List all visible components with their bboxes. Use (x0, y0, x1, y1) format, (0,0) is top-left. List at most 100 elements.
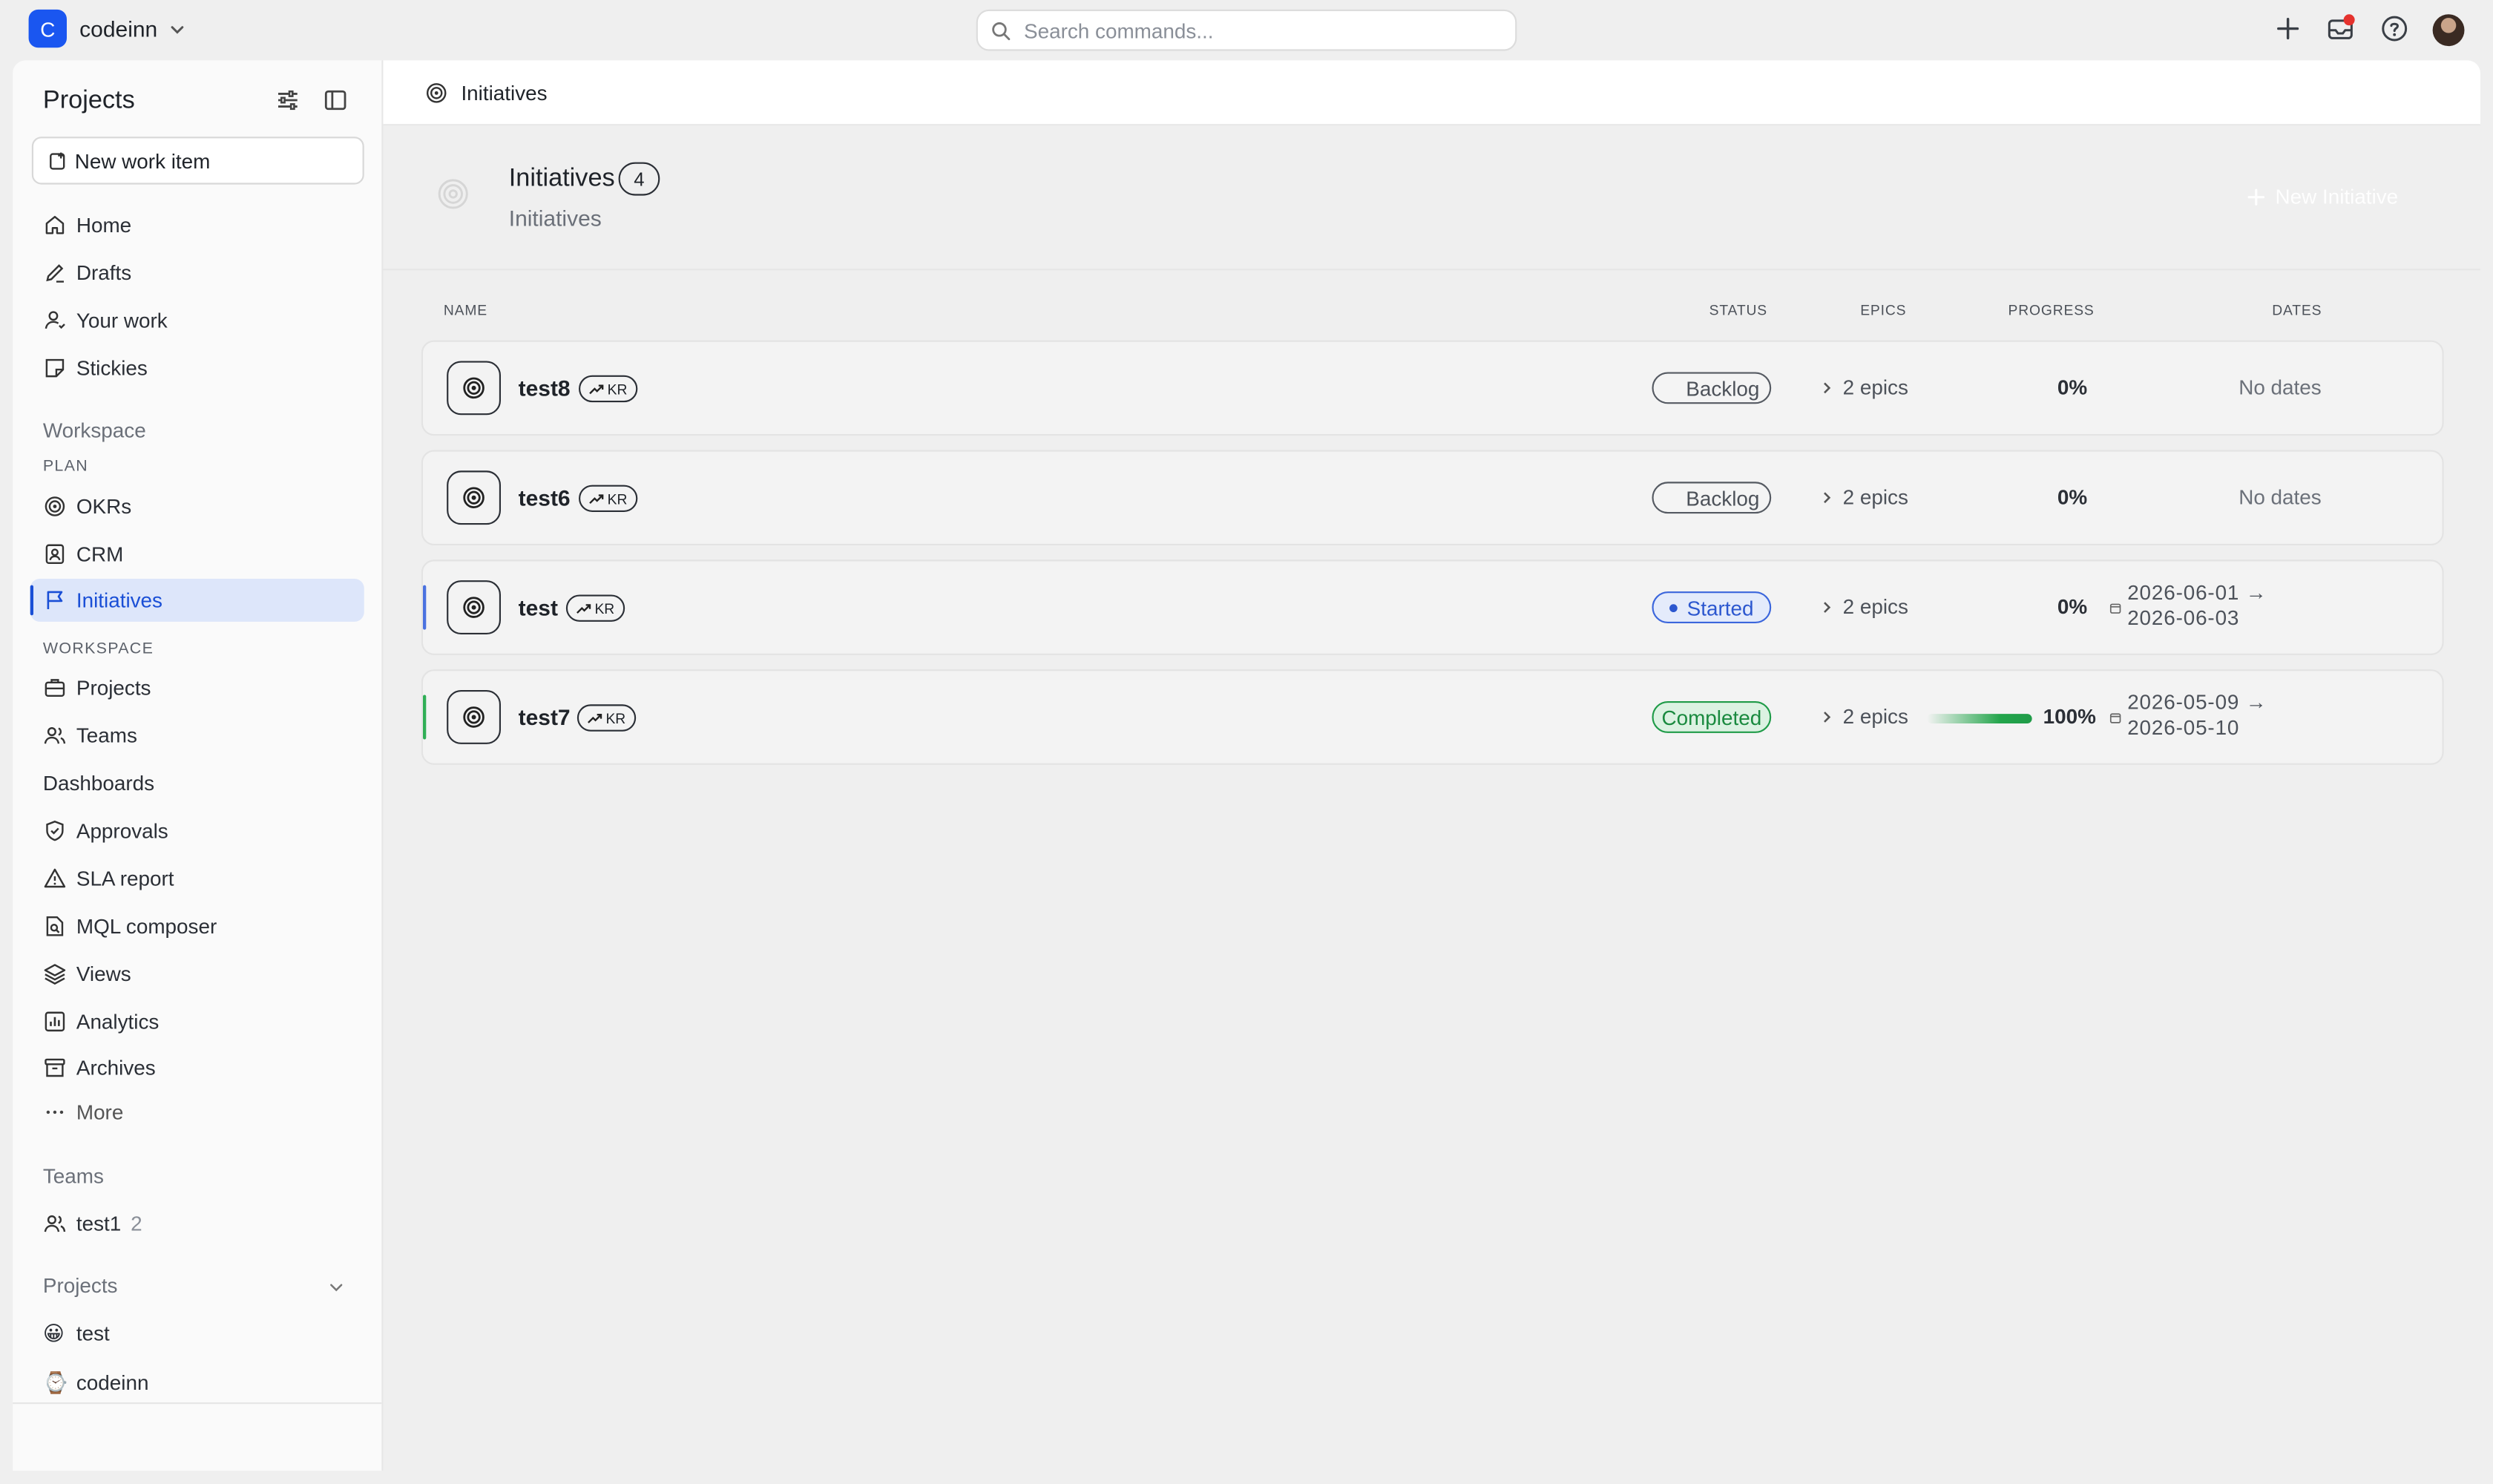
teams-heading[interactable]: Teams (43, 1164, 104, 1188)
epics-toggle[interactable]: 2 epics (1821, 485, 1908, 509)
chevron-down-icon[interactable] (168, 21, 186, 39)
initiative-name[interactable]: test7 (519, 704, 571, 729)
kr-label: KR (594, 600, 615, 617)
sidebar-item-label: MQL composer (76, 914, 217, 939)
pencil-icon (46, 264, 64, 283)
projects-heading[interactable]: Projects (43, 1273, 118, 1297)
target-icon (45, 496, 65, 516)
sidebar-item-archives[interactable]: Archives (30, 1046, 364, 1089)
status-badge[interactable]: Backlog (1652, 482, 1772, 514)
epics-toggle[interactable]: 2 epics (1821, 375, 1908, 399)
progress-value: 0% (2057, 594, 2088, 619)
sidebar-item-label: More (76, 1100, 124, 1125)
end-date: 2026-05-10 (2127, 715, 2240, 740)
progress-value: 0% (2057, 485, 2088, 509)
sticky-note-icon (45, 358, 65, 378)
column-header-dates[interactable]: DATES (2272, 302, 2322, 318)
target-icon (426, 82, 447, 102)
search-icon (992, 21, 1011, 40)
kr-tag[interactable]: KR (577, 704, 636, 732)
kr-tag[interactable]: KR (565, 594, 625, 622)
sidebar-toggle-icon[interactable] (323, 88, 348, 113)
column-header-progress[interactable]: PROGRESS (2008, 302, 2094, 318)
project-emoji: ⌚ (42, 1370, 69, 1395)
sidebar-item-label: Home (76, 213, 132, 237)
trend-up-icon (588, 712, 602, 723)
sidebar-item-label: Analytics (76, 1009, 160, 1034)
sidebar-item-your-work[interactable]: Your work (30, 299, 364, 342)
chevron-down-icon[interactable] (327, 1278, 345, 1296)
project-emoji: 😀 (42, 1321, 65, 1345)
sidebar-item-label: Views (76, 962, 131, 986)
search-placeholder: Search commands... (1024, 18, 1214, 42)
table-row[interactable]: test7 KR Completed 2 epics 100% 2026-05-… (421, 669, 2444, 765)
dates-value[interactable]: No dates (2239, 375, 2322, 399)
bar-chart-icon (45, 1011, 65, 1032)
initiative-name[interactable]: test8 (519, 375, 571, 401)
sidebar-item-analytics[interactable]: Analytics (30, 1000, 364, 1043)
plus-icon[interactable] (2273, 14, 2305, 46)
project-label: test (76, 1321, 110, 1345)
dates-value[interactable]: No dates (2239, 485, 2322, 509)
sidebar-item-teams[interactable]: Teams (30, 714, 364, 757)
calendar-icon (2109, 712, 2121, 723)
command-search-input[interactable]: Search commands... (976, 9, 1517, 51)
sidebar-item-views[interactable]: Views (30, 953, 364, 996)
workspace-name[interactable]: codeinn (79, 16, 157, 41)
sidebar-item-dashboards[interactable]: Dashboards (30, 761, 364, 804)
users-icon (44, 1215, 66, 1232)
epics-count: 2 epics (1842, 594, 1908, 619)
sidebar-item-crm[interactable]: CRM (30, 533, 364, 576)
sidebar-item-drafts[interactable]: Drafts (30, 252, 364, 295)
new-work-item-button[interactable]: New work item (31, 137, 364, 185)
table-row[interactable]: test8 KR Backlog 2 epics 0% No dates (421, 340, 2444, 436)
kr-tag[interactable]: KR (579, 375, 637, 403)
user-avatar[interactable] (2432, 14, 2465, 47)
sidebar-item-stickies[interactable]: Stickies (30, 347, 364, 390)
table-row[interactable]: test6 KR Backlog 2 epics 0% No dates (421, 450, 2444, 546)
status-badge[interactable]: Backlog (1652, 372, 1772, 404)
sidebar-item-projects[interactable]: Projects (30, 666, 364, 709)
count-badge: 4 (618, 162, 660, 196)
sidebar-item-label: Projects (76, 675, 151, 700)
kr-label: KR (607, 381, 628, 397)
date-range[interactable]: 2026-05-09 → 2026-05-10 (2127, 690, 2267, 741)
sidebar-title: Projects (42, 87, 135, 115)
column-header-status[interactable]: STATUS (1709, 302, 1767, 318)
epics-toggle[interactable]: 2 epics (1821, 594, 1908, 619)
sliders-icon[interactable] (275, 88, 300, 113)
target-icon (447, 580, 502, 635)
epics-count: 2 epics (1842, 375, 1908, 399)
workspace-logo[interactable]: C (28, 9, 68, 48)
column-header-name[interactable]: NAME (444, 302, 487, 318)
table-row[interactable]: test KR Started 2 epics 0% 2026-06-01 → … (421, 559, 2444, 655)
sidebar-item-label: Drafts (76, 260, 132, 285)
initiative-name[interactable]: test (519, 594, 558, 620)
breadcrumb-item[interactable]: Initiatives (461, 80, 547, 104)
sidebar-item-okrs[interactable]: OKRs (30, 485, 364, 528)
kr-tag[interactable]: KR (579, 485, 637, 513)
status-badge[interactable]: Started (1652, 591, 1772, 624)
epics-toggle[interactable]: 2 epics (1821, 704, 1908, 728)
sidebar-item-initiatives[interactable]: Initiatives (30, 579, 364, 622)
column-header-epics[interactable]: EPICS (1860, 302, 1906, 318)
top-bar: C codeinn Search commands... (0, 0, 2493, 60)
new-initiative-button[interactable]: New Initiative (2247, 185, 2398, 209)
sidebar-project-test[interactable]: 😀 test (30, 1312, 364, 1355)
workspace-heading[interactable]: Workspace (43, 418, 146, 442)
sidebar-item-home[interactable]: Home (30, 203, 364, 246)
sidebar-item-approvals[interactable]: Approvals (30, 810, 364, 853)
sidebar-item-team-test1[interactable]: test1 2 (30, 1202, 364, 1245)
sidebar-project-codeinn[interactable]: ⌚ codeinn (30, 1361, 364, 1404)
chevron-right-icon (1824, 601, 1831, 612)
status-badge[interactable]: Completed (1652, 701, 1772, 733)
sidebar-item-sla-report[interactable]: SLA report (30, 857, 364, 900)
initiative-name[interactable]: test6 (519, 485, 571, 510)
chevron-right-icon (1824, 491, 1831, 502)
date-range[interactable]: 2026-06-01 → 2026-06-03 (2127, 580, 2267, 631)
epics-count: 2 epics (1842, 704, 1908, 729)
breadcrumb: Initiatives (383, 60, 2480, 126)
sidebar-item-more[interactable]: More (30, 1091, 364, 1134)
help-icon[interactable] (2380, 14, 2412, 46)
sidebar-item-mql-composer[interactable]: MQL composer (30, 904, 364, 948)
